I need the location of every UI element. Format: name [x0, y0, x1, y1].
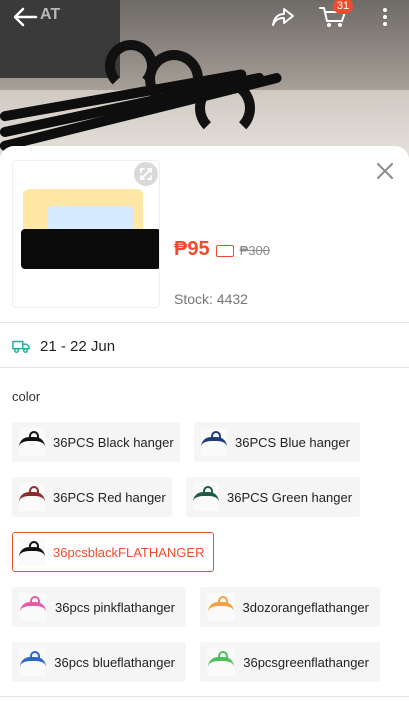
delivery-date: 21 - 22 Jun	[40, 337, 116, 355]
option-label: 36PCS Black hanger	[53, 434, 174, 450]
option-swatch-icon	[207, 648, 236, 676]
expand-icon-svg	[140, 168, 152, 180]
hanger-icon	[193, 486, 219, 502]
close-icon-svg	[377, 163, 393, 179]
section-divider	[0, 322, 409, 323]
option-swatch-icon	[201, 428, 227, 456]
voucher-icon	[215, 245, 234, 257]
option-label: 36PCS Red hanger	[53, 489, 166, 505]
share-icon-svg	[272, 8, 294, 26]
cart-count-badge: 31	[333, 0, 353, 14]
option-label: 3dozorangeflathanger	[242, 599, 370, 615]
section-divider	[0, 696, 409, 697]
price-row: ₱95 ₱300	[174, 238, 270, 261]
variation-option[interactable]: 36pcs blueflathanger	[12, 642, 186, 682]
back-arrow-icon[interactable]	[8, 2, 42, 32]
option-swatch-icon	[19, 593, 48, 621]
section-divider	[0, 367, 409, 368]
hanger-icon	[19, 541, 45, 557]
original-price: ₱300	[239, 243, 270, 258]
variation-option[interactable]: 3dozorangeflathanger	[200, 587, 380, 627]
hanger-icon	[19, 486, 45, 502]
variation-option[interactable]: 36pcs pinkflathanger	[12, 587, 186, 627]
back-arrow-icon-svg	[13, 7, 38, 27]
option-label: 36PCS Green hanger	[227, 489, 353, 505]
close-icon[interactable]	[370, 156, 400, 186]
delivery-estimate: 21 - 22 Jun	[12, 332, 115, 360]
variation-option[interactable]: 36PCS Green hanger	[186, 477, 360, 517]
option-swatch-icon	[19, 648, 47, 676]
hanger-icon	[20, 596, 46, 612]
truck-icon	[12, 337, 30, 355]
variation-option-selected[interactable]: 36pcsblackFLATHANGER	[12, 532, 214, 572]
share-icon[interactable]	[266, 2, 300, 32]
thumbnail-hangers	[21, 229, 159, 269]
hanger-icon	[19, 651, 46, 667]
more-icon-svg	[383, 8, 387, 26]
current-price: ₱95	[174, 238, 210, 260]
option-label: 36pcs pinkflathanger	[55, 599, 175, 615]
variation-option[interactable]: 36PCS Blue hanger	[194, 422, 360, 462]
option-label: 36pcsgreenflathanger	[243, 654, 369, 670]
more-icon[interactable]	[370, 2, 400, 32]
option-swatch-icon	[19, 538, 45, 566]
option-label: 36pcs blueflathanger	[54, 654, 175, 670]
hanger-icon	[19, 431, 45, 447]
option-label: 36PCS Blue hanger	[235, 434, 350, 450]
option-swatch-icon	[193, 483, 219, 511]
variation-label: color	[12, 389, 41, 404]
option-swatch-icon	[207, 593, 235, 621]
variation-option[interactable]: 36PCS Black hanger	[12, 422, 180, 462]
expand-icon[interactable]	[134, 162, 158, 186]
stock-label: Stock: 4432	[174, 291, 248, 307]
variation-option[interactable]: 36PCS Red hanger	[12, 477, 172, 517]
truck-icon-svg	[12, 340, 30, 354]
hanger-icon	[208, 651, 235, 667]
hanger-icon	[201, 431, 227, 447]
background-logo-text: AT	[40, 6, 61, 23]
option-label: 36pcsblackFLATHANGER	[53, 544, 205, 560]
variation-option[interactable]: 36pcsgreenflathanger	[200, 642, 380, 682]
option-swatch-icon	[19, 428, 45, 456]
hanger-icon	[207, 596, 234, 612]
variation-bottom-sheet: ₱95 ₱300 Stock: 4432 21 - 22 Jun color 3…	[0, 146, 409, 701]
option-swatch-icon	[19, 483, 45, 511]
